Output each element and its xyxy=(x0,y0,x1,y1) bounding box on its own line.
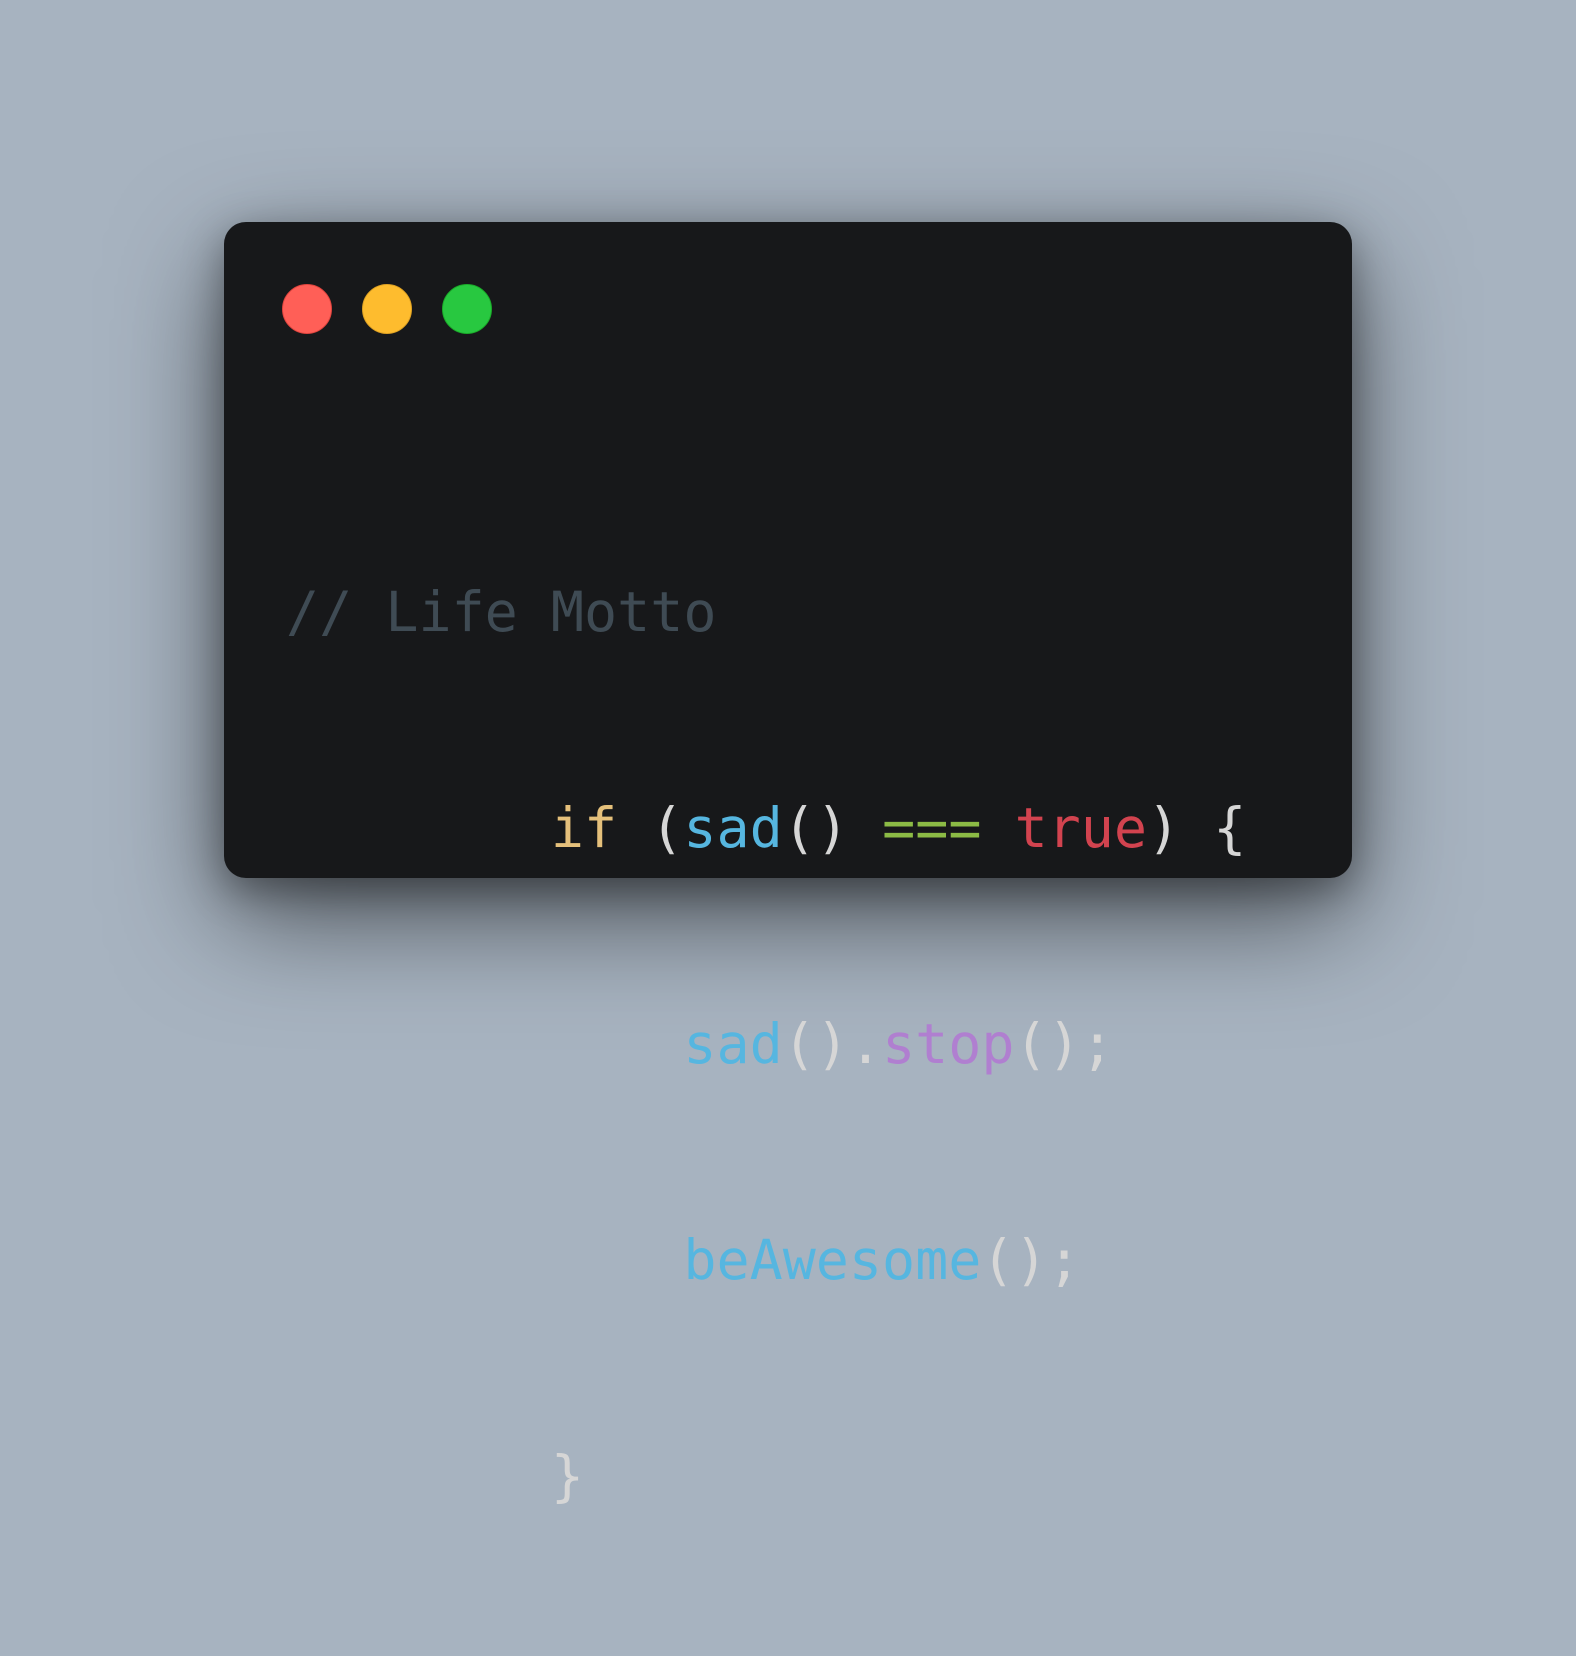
close-paren: ) xyxy=(1147,796,1181,860)
sad-call: sad xyxy=(683,796,783,860)
strict-equals-operator: === xyxy=(882,796,982,860)
close-brace: } xyxy=(550,1444,585,1508)
call-end: (); xyxy=(1014,1012,1114,1076)
if-keyword: if xyxy=(550,796,618,860)
sad-call: sad xyxy=(683,1012,783,1076)
maximize-window-button[interactable] xyxy=(442,284,492,334)
open-paren: ( xyxy=(650,796,684,860)
code-line-beawesome: beAwesome(); xyxy=(286,1224,1246,1296)
code-line-comment: // Life Motto xyxy=(286,576,1246,648)
minimize-window-button[interactable] xyxy=(362,284,412,334)
code-window: // Life Motto if (sad() === true) { sad(… xyxy=(224,222,1352,1508)
close-window-button[interactable] xyxy=(282,284,332,334)
call-parens: () xyxy=(782,796,849,860)
open-brace: { xyxy=(1213,796,1247,860)
call-end: (); xyxy=(981,1228,1081,1292)
member-dot: . xyxy=(848,1012,883,1076)
stop-method: stop xyxy=(882,1012,1015,1076)
code-line-if: if (sad() === true) { xyxy=(286,792,1246,864)
code-line-stop: sad().stop(); xyxy=(286,1008,1246,1080)
true-literal: true xyxy=(1014,796,1148,860)
code-comment: // Life Motto xyxy=(286,580,717,644)
code-block: // Life Motto if (sad() === true) { sad(… xyxy=(286,432,1246,1656)
code-line-close: } xyxy=(286,1440,1246,1512)
beawesome-call: beAwesome xyxy=(683,1228,982,1292)
call-parens: () xyxy=(782,1012,849,1076)
